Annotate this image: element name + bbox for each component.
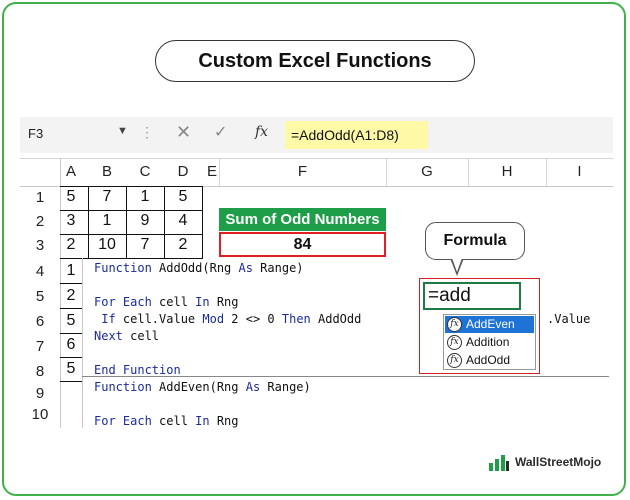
cell-a2[interactable]: 3 [60, 212, 82, 230]
cell-a7[interactable]: 6 [60, 336, 82, 354]
table-border [60, 186, 203, 187]
procedure-separator [82, 376, 609, 377]
page-title: Custom Excel Functions [155, 40, 475, 82]
cell-a5[interactable]: 2 [60, 287, 82, 305]
autocomplete-item-addodd[interactable]: fx AddOdd [445, 352, 534, 369]
sum-result-cell[interactable]: 84 [219, 232, 386, 257]
cell-b2[interactable]: 1 [88, 212, 126, 230]
row-header-8[interactable]: 8 [20, 363, 60, 380]
column-header-g[interactable]: G [386, 158, 468, 186]
cancel-icon[interactable]: ✕ [176, 122, 191, 143]
cell-a6[interactable]: 5 [60, 312, 82, 330]
cell-c2[interactable]: 9 [126, 212, 164, 230]
autocomplete-dropdown: fx AddEven fx Addition fx AddOdd [443, 314, 536, 370]
gridline [386, 158, 387, 186]
column-header-c[interactable]: C [126, 158, 164, 186]
column-header-a[interactable]: A [60, 158, 82, 186]
code-margin-line [82, 258, 83, 428]
code-line-6: Function AddEven(Rng As Range) [94, 380, 311, 394]
cell-a3[interactable]: 2 [60, 236, 82, 254]
table-border [202, 186, 203, 258]
code-line-3: If cell.Value Mod 2 <> 0 Then AddOdd [94, 312, 362, 326]
row-header-7[interactable]: 7 [20, 338, 60, 355]
table-border [60, 234, 203, 235]
table-border [60, 210, 203, 211]
autocomplete-item-addition[interactable]: fx Addition [445, 334, 534, 351]
function-icon: fx [447, 353, 462, 368]
table-border [60, 283, 82, 284]
cell-d2[interactable]: 4 [164, 212, 202, 230]
cell-a8[interactable]: 5 [60, 360, 82, 378]
cell-b3[interactable]: 10 [88, 236, 126, 254]
formula-entry-cell[interactable]: =add [423, 282, 521, 310]
cell-d1[interactable]: 5 [164, 188, 202, 206]
brand-name: WallStreetMojo [515, 455, 602, 469]
code-line-3-tail: .Value [547, 312, 591, 326]
code-line-4: Next cell [94, 329, 160, 343]
cell-a1[interactable]: 5 [60, 188, 82, 206]
cell-c1[interactable]: 1 [126, 188, 164, 206]
formula-bar-separator-icon: ⋮ [140, 124, 154, 140]
function-icon: fx [447, 335, 462, 350]
autocomplete-label: Addition [466, 335, 510, 349]
column-header-h[interactable]: H [468, 158, 546, 186]
row-header-10[interactable]: 10 [20, 406, 60, 423]
cell-d3[interactable]: 2 [164, 236, 202, 254]
autocomplete-label: AddOdd [466, 353, 511, 367]
column-header-i[interactable]: I [546, 158, 613, 186]
cell-a4[interactable]: 1 [60, 262, 82, 280]
table-border [60, 308, 82, 309]
row-header-6[interactable]: 6 [20, 313, 60, 330]
code-line-2: For Each cell In Rng [94, 295, 239, 309]
column-header-b[interactable]: B [88, 158, 126, 186]
row-header-5[interactable]: 5 [20, 288, 60, 305]
gridline [468, 158, 469, 186]
brand: WallStreetMojo [488, 453, 601, 471]
cell-b1[interactable]: 7 [88, 188, 126, 206]
code-line-5: End Function [94, 363, 181, 377]
row-header-1[interactable]: 1 [20, 189, 60, 206]
row-header-9[interactable]: 9 [20, 385, 60, 402]
function-icon: fx [447, 317, 462, 332]
code-line-1: Function AddOdd(Rng As Range) [94, 261, 304, 275]
callout-pointer-fill [452, 258, 462, 272]
autocomplete-item-addeven[interactable]: fx AddEven [445, 316, 534, 333]
cell-c3[interactable]: 7 [126, 236, 164, 254]
column-header-f[interactable]: F [219, 158, 386, 186]
name-box-dropdown-icon[interactable]: ▼ [117, 125, 128, 137]
code-line-7: For Each cell In Rng [94, 414, 239, 428]
table-border [60, 333, 82, 334]
row-header-2[interactable]: 2 [20, 213, 60, 230]
gridline [219, 158, 220, 186]
autocomplete-label: AddEven [466, 317, 515, 331]
table-border [60, 357, 82, 358]
formula-input[interactable]: =AddOdd(A1:D8) [285, 121, 428, 149]
formula-callout: Formula [425, 222, 525, 260]
column-header-d[interactable]: D [164, 158, 202, 186]
name-box[interactable]: F3 [28, 126, 43, 141]
row-header-4[interactable]: 4 [20, 263, 60, 280]
table-border [60, 381, 82, 382]
sum-of-odd-numbers-label: Sum of Odd Numbers [219, 208, 386, 231]
enter-icon[interactable]: ✓ [214, 122, 227, 142]
insert-function-icon[interactable]: fx [255, 124, 268, 140]
gridline [546, 158, 547, 186]
row-header-3[interactable]: 3 [20, 237, 60, 254]
brand-logo-icon [489, 455, 509, 471]
